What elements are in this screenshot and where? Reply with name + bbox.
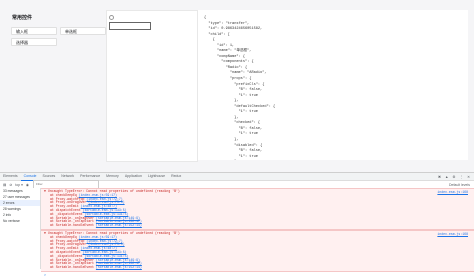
component-grid: 输入框 单选框 选择器 <box>11 27 106 46</box>
tab-network[interactable]: Network <box>58 173 77 180</box>
eye-icon[interactable]: ◉ <box>23 183 29 187</box>
console-output: ▼ Uncaught TypeError: Cannot read proper… <box>41 188 474 277</box>
error-badge-icon[interactable]: ✖ <box>438 175 441 179</box>
levels-dropdown[interactable]: Default levels <box>449 183 474 187</box>
tab-redux[interactable]: Redux <box>168 173 184 180</box>
component-panel: 常用控件 输入框 单选框 选择器 <box>8 10 106 160</box>
json-text: { "type": "transfer", "id": 0.9863424656… <box>204 16 276 159</box>
app-area: 常用控件 输入框 单选框 选择器 { "type": "transfer", "… <box>0 0 474 172</box>
panel-title: 常用控件 <box>12 15 33 21</box>
sidebar-item-verbose[interactable]: No verbose <box>0 218 40 224</box>
error-source-link[interactable]: index.esm.js:168 <box>437 232 468 236</box>
more-icon[interactable]: ⋮ <box>460 175 464 179</box>
stack-link[interactable]: (sortable.esm.js:152:14) <box>96 223 142 227</box>
console-sidebar: 33 messages 27 user messages 2 errors 28… <box>0 188 41 269</box>
error-entry: ▼ Uncaught TypeError: Cannot read proper… <box>41 188 474 230</box>
devtools-actions: ✖ ▲ ⚙ ⋮ ✕ <box>438 175 474 179</box>
context-selector[interactable]: top <box>12 183 20 187</box>
stack-frame: at Sortable.handleEvent (sortable.esm.js… <box>50 265 142 270</box>
devtools-panel: Elements Console Sources Network Perform… <box>0 172 474 277</box>
tab-lighthouse[interactable]: Lighthouse <box>145 173 168 180</box>
tab-application[interactable]: Application <box>122 173 145 180</box>
tab-memory[interactable]: Memory <box>103 173 122 180</box>
stack-frame: at Sortable.handleEvent (sortable.esm.js… <box>50 223 142 228</box>
console-prompt[interactable]: > <box>41 272 474 278</box>
error-source-link[interactable]: index.esm.js:168 <box>437 190 468 194</box>
console-body: 33 messages 27 user messages 2 errors 28… <box>0 188 474 277</box>
design-canvas[interactable] <box>106 10 198 162</box>
close-icon[interactable]: ✕ <box>467 175 470 179</box>
gear-icon[interactable]: ⚙ <box>452 175 455 179</box>
component-radio[interactable]: 单选框 <box>60 27 106 35</box>
error-entry: ▼ Uncaught TypeError: Cannot read proper… <box>41 229 474 272</box>
component-select[interactable]: 选择器 <box>11 38 57 46</box>
json-viewer: { "type": "transfer", "id": 0.9863424656… <box>198 10 468 160</box>
text-input[interactable] <box>109 22 151 30</box>
component-input[interactable]: 输入框 <box>11 27 57 35</box>
warning-badge-icon[interactable]: ▲ <box>445 175 448 179</box>
tab-performance[interactable]: Performance <box>77 173 103 180</box>
radio-control[interactable] <box>109 15 114 20</box>
tab-sources[interactable]: Sources <box>39 173 58 180</box>
stack-link[interactable]: (sortable.esm.js:152:14) <box>96 265 142 269</box>
tab-elements[interactable]: Elements <box>0 173 21 180</box>
